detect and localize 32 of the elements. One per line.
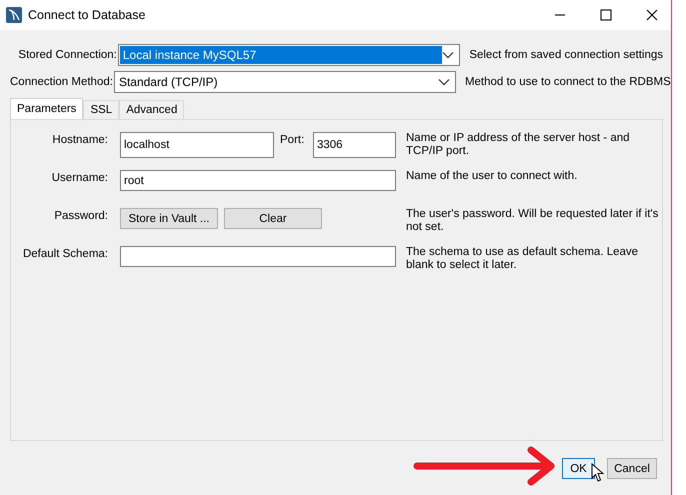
hint-text: Method to use to connect to the RDBMS [464, 76, 671, 88]
description-text: The schema to use as default schema. Leave blank to select it later. [406, 246, 640, 272]
port-field[interactable]: 3306 [313, 132, 396, 158]
field-label: Port: [279, 133, 306, 146]
hostname-field[interactable]: localhost [120, 132, 274, 158]
dialog-button[interactable]: OK [562, 458, 595, 479]
description-text: Name of the user to connect with. [406, 170, 578, 183]
field-label: Stored Connection: [17, 48, 117, 60]
field-label: Default Schema: [22, 247, 108, 260]
description-text: The user's password. Will be requested later if it's not set. [406, 208, 660, 234]
password-button[interactable]: Clear [224, 208, 322, 229]
dropdown[interactable]: Local instance MySQL57 [118, 44, 460, 66]
dialog-button[interactable]: Cancel [607, 458, 657, 479]
chevron-down-icon [442, 50, 454, 58]
window-title: Connect to Database [28, 8, 146, 22]
tab[interactable]: Parameters [10, 98, 84, 119]
field-label: Connection Method: [10, 76, 113, 88]
password-button[interactable]: Store in Vault ... [120, 208, 218, 229]
hint-text: Select from saved connection settings [469, 48, 663, 60]
dropdown[interactable]: Standard (TCP/IP) [114, 70, 456, 92]
tab[interactable]: Advanced [119, 100, 184, 119]
maximize-icon[interactable] [600, 9, 612, 21]
input-field[interactable]: root [120, 170, 396, 191]
tab[interactable]: SSL [83, 100, 120, 119]
field-label: Username: [50, 171, 108, 184]
chevron-down-icon [438, 78, 450, 86]
field-label: Password: [53, 209, 108, 222]
input-field[interactable] [120, 246, 396, 267]
field-label: Hostname: [51, 133, 108, 146]
cursor-icon [591, 463, 604, 483]
description-text: Name or IP address of the server host - and TCP/IP port. [406, 132, 631, 158]
close-icon[interactable] [646, 9, 658, 21]
